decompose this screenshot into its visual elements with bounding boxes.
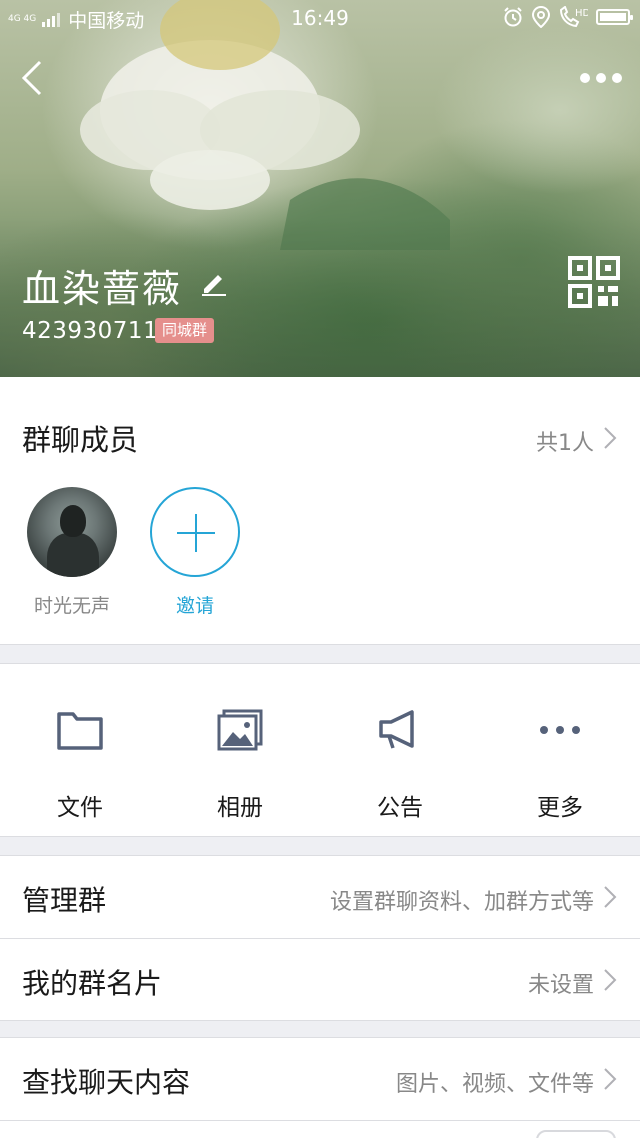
status-bar: 4G 4G 中国移动 16:49 HD xyxy=(0,0,640,34)
my-group-card-label: 我的群名片 xyxy=(22,967,163,1000)
city-group-badge: 同城群 xyxy=(155,318,215,343)
member-count[interactable]: 共1人 xyxy=(536,425,594,457)
dot-icon xyxy=(580,73,590,83)
back-arrow-icon[interactable] xyxy=(14,58,54,98)
location-icon xyxy=(532,6,550,28)
members-section: 群聊成员 共1人 时光无声 邀请 xyxy=(0,377,640,645)
files-button[interactable]: 文件 xyxy=(0,664,160,838)
dot-icon xyxy=(596,73,606,83)
chevron-right-icon xyxy=(604,969,617,991)
plus-icon[interactable] xyxy=(150,487,240,577)
album-label: 相册 xyxy=(217,795,263,821)
chevron-right-icon xyxy=(604,1068,617,1090)
search-chat-row[interactable]: 查找聊天内容 图片、视频、文件等 xyxy=(0,1038,640,1120)
invite-label: 邀请 xyxy=(175,595,214,617)
search-chat-label: 查找聊天内容 xyxy=(22,1066,191,1099)
alarm-icon xyxy=(504,7,522,27)
member-name: 时光无声 xyxy=(33,595,110,617)
files-label: 文件 xyxy=(57,795,103,821)
search-chat-value: 图片、视频、文件等 xyxy=(395,1072,594,1097)
actions-grid: 文件 相册 公告 更多 xyxy=(0,663,640,837)
folder-icon xyxy=(57,712,103,750)
invite-button[interactable]: 邀请 xyxy=(140,487,250,618)
more-options-button[interactable] xyxy=(578,66,624,90)
more-dots-icon xyxy=(540,726,580,734)
group-header: 4G 4G 中国移动 16:49 HD 血染蔷薇 423930711 同城群 xyxy=(0,0,640,377)
manage-group-value: 设置群聊资料、加群方式等 xyxy=(329,890,594,915)
group-name: 血染蔷薇 xyxy=(22,267,183,311)
qr-code-icon[interactable] xyxy=(568,256,620,308)
dot-icon xyxy=(612,73,622,83)
members-title: 群聊成员 xyxy=(22,423,139,457)
my-group-card-row[interactable]: 我的群名片 未设置 xyxy=(0,939,640,1021)
call-hd-icon: HD xyxy=(559,6,588,28)
my-group-card-value: 未设置 xyxy=(527,973,594,998)
announcement-button[interactable]: 公告 xyxy=(320,664,480,838)
album-icon xyxy=(217,709,263,751)
more-button[interactable]: 更多 xyxy=(480,664,640,838)
announcement-label: 公告 xyxy=(377,795,423,821)
more-label: 更多 xyxy=(537,795,583,821)
avatar[interactable] xyxy=(27,487,117,577)
battery-icon xyxy=(596,9,633,25)
toggle-switch[interactable] xyxy=(536,1130,616,1138)
edit-name-icon[interactable] xyxy=(200,268,228,296)
chevron-right-icon xyxy=(604,886,617,908)
group-id: 423930711 xyxy=(22,318,159,344)
manage-group-label: 管理群 xyxy=(22,884,107,917)
manage-group-row[interactable]: 管理群 设置群聊资料、加群方式等 xyxy=(0,856,640,938)
member-item[interactable]: 时光无声 xyxy=(17,487,127,618)
album-button[interactable]: 相册 xyxy=(160,664,320,838)
hd-label: HD xyxy=(575,8,588,19)
lotus-painting xyxy=(80,0,450,250)
announcement-icon xyxy=(379,710,414,749)
chevron-right-icon[interactable] xyxy=(602,425,618,451)
